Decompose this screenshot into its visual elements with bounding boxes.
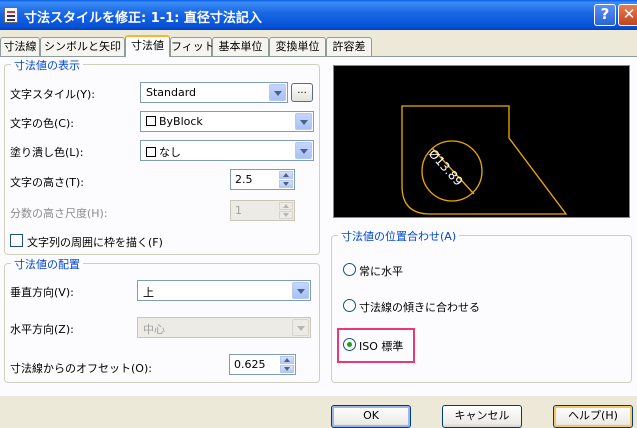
offset-input[interactable]: 0.625 [229,354,296,375]
vertical-position-select[interactable]: 上 [137,280,311,301]
spin-up-icon[interactable] [279,171,293,179]
preview-drawing: Ø13.89 [401,105,568,215]
spin-down-icon[interactable] [280,365,294,373]
spin-up-icon[interactable] [279,202,293,210]
cancel-button[interactable]: キャンセル [442,405,522,428]
text-placement-title: 寸法値の配置 [11,256,83,272]
text-style-browse-button[interactable]: ... [291,83,313,102]
tab-symbols-arrows[interactable]: シンボルと矢印 [40,37,125,56]
ok-button[interactable]: OK [331,405,411,428]
horizontal-label: 水平方向(Z): [10,323,74,336]
help-title-button[interactable]: ? [594,4,616,26]
horizontal-radio[interactable] [343,263,356,276]
fraction-scale-value: 1 [235,204,242,217]
offset-value: 0.625 [234,358,266,371]
text-style-select[interactable]: Standard [140,82,288,103]
chevron-down-icon[interactable] [292,319,309,336]
fill-color-select[interactable]: なし [140,140,314,161]
fraction-scale-label: 分数の高さ尺度(H): [10,207,108,220]
spin-down-icon[interactable] [279,211,293,219]
text-color-value: ByBlock [159,115,203,128]
tab-text[interactable]: 寸法値 [125,35,170,57]
text-height-input[interactable]: 2.5 [230,169,295,190]
vertical-label: 垂直方向(V): [10,286,74,299]
text-height-value: 2.5 [235,173,253,186]
text-color-select[interactable]: ByBlock [140,111,314,132]
tab-alternate-units[interactable]: 変換単位 [269,37,326,56]
tab-primary-units[interactable]: 基本単位 [212,37,269,56]
spin-up-icon[interactable] [280,356,294,364]
chevron-down-icon[interactable] [295,142,312,159]
offset-label: 寸法線からのオフセット(O): [10,362,152,375]
horizontal-radio-label: 常に水平 [359,265,403,278]
horizontal-position-select[interactable]: 中心 [137,317,311,338]
color-swatch-icon [146,116,156,126]
iso-standard-label: ISO 標準 [359,340,404,353]
tab-tolerances[interactable]: 許容差 [326,37,372,56]
iso-standard-radio[interactable] [343,338,356,351]
dimension-preview: Ø13.89 [333,65,630,218]
preview-shape [401,105,568,215]
diameter-dimension-text: Ø13.89 [426,147,466,189]
text-color-label: 文字の色(C): [10,117,74,130]
window-title: 寸法スタイルを修正: 1-1: 直径寸法記入 [24,11,262,26]
draw-frame-checkbox[interactable] [10,234,23,247]
draw-frame-label: 文字列の周囲に枠を描く(F) [27,236,163,249]
fill-color-value: なし [159,146,181,159]
chevron-down-icon[interactable] [269,84,286,101]
app-icon [4,7,18,23]
vertical-position-value: 上 [143,286,154,299]
fill-color-label: 塗り潰し色(L): [10,146,84,159]
text-style-label: 文字スタイル(Y): [10,88,96,101]
tab-dimension-lines[interactable]: 寸法線 [0,37,40,56]
horizontal-position-value: 中心 [143,323,165,336]
aligned-radio-label: 寸法線の傾きに合わせる [359,301,480,314]
text-style-value: Standard [146,86,197,99]
text-height-label: 文字の高さ(T): [10,176,85,189]
chevron-down-icon[interactable] [295,113,312,130]
spin-down-icon[interactable] [279,180,293,188]
close-icon[interactable]: ✕ [618,4,637,26]
tab-fit[interactable]: フィット [170,37,215,56]
chevron-down-icon[interactable] [292,282,309,299]
color-swatch-icon [146,147,156,157]
text-appearance-title: 寸法値の表示 [11,57,83,73]
text-alignment-title: 寸法値の位置合わせ(A) [338,228,460,244]
aligned-radio[interactable] [343,299,356,312]
title-bar: 寸法スタイルを修正: 1-1: 直径寸法記入 ? ✕ [0,0,637,30]
fraction-scale-input[interactable]: 1 [230,200,295,221]
help-button[interactable]: ヘルプ(H) [553,405,633,428]
